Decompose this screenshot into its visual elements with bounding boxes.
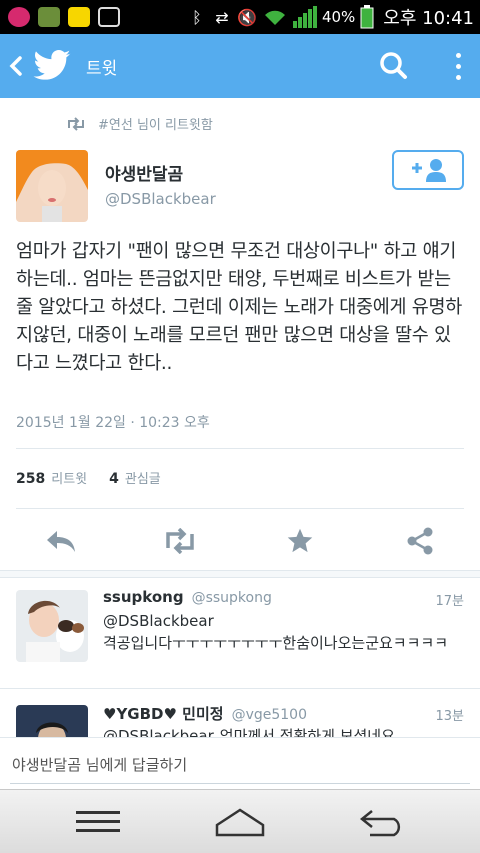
- reply-item[interactable]: ♥YGBD♥ 민미정 @vge5100 13분 @DSBlackbear 엄마께…: [0, 689, 480, 737]
- section-divider: [0, 570, 480, 578]
- add-user-icon: [412, 159, 446, 182]
- status-bar: ᛒ ⇄ 🔇 40% 오후 10:41: [0, 0, 480, 34]
- signal-icon: [292, 6, 317, 28]
- reply-mention[interactable]: @DSBlackbear: [103, 725, 214, 737]
- divider: [16, 508, 464, 509]
- follow-button[interactable]: [392, 150, 464, 190]
- clock: 오후 10:41: [383, 8, 474, 29]
- retweeted-by[interactable]: #연선 님이 리트윗함: [66, 114, 213, 133]
- reply-handle[interactable]: @ssupkong: [192, 590, 272, 606]
- favorite-button[interactable]: [282, 524, 318, 558]
- battery-icon: [360, 5, 374, 29]
- reply-icon: [47, 531, 75, 552]
- reply-text: 격공입니다ㅜㅜㅜㅜㅜㅜㅜㅜ한숨이나오는군요ㅋㅋㅋㅋ: [103, 634, 449, 652]
- reply-name[interactable]: ssupkong: [103, 588, 184, 606]
- tweet-timestamp: 2015년 1월 22일 · 10:23 오후: [16, 415, 210, 431]
- reply-text: 엄마께서 정확하게 보셨네요: [219, 727, 395, 737]
- screen: ᛒ ⇄ 🔇 40% 오후 10:41 트윗 #연선 님이 리트윗함 야생반달곰 …: [0, 0, 480, 853]
- tweet-actions: [0, 518, 480, 562]
- retweet-count-label[interactable]: 리트윗: [51, 468, 87, 487]
- back-arrow-icon[interactable]: [0, 34, 32, 98]
- carrier-app-icon: [8, 7, 30, 27]
- retweet-count[interactable]: 258: [16, 471, 45, 487]
- author-handle[interactable]: @DSBlackbear: [105, 190, 216, 208]
- reply-item[interactable]: ssupkong @ssupkong 17분 @DSBlackbear 격공입니…: [0, 578, 480, 688]
- reply-handle[interactable]: @vge5100: [232, 707, 307, 723]
- menu-button[interactable]: [68, 802, 128, 842]
- retweet-icon: [166, 528, 194, 554]
- reply-body: @DSBlackbear 엄마께서 정확하게 보셨네요: [103, 725, 463, 737]
- reply-compose-bar: [0, 737, 480, 789]
- reply-body: @DSBlackbear 격공입니다ㅜㅜㅜㅜㅜㅜㅜㅜ한숨이나오는군요ㅋㅋㅋㅋ: [103, 610, 463, 654]
- avatar[interactable]: [16, 150, 88, 222]
- back-button[interactable]: [352, 802, 412, 842]
- more-vert-icon[interactable]: [446, 46, 470, 86]
- search-icon[interactable]: [374, 46, 414, 86]
- divider: [16, 448, 464, 449]
- home-button[interactable]: [210, 802, 270, 842]
- reply-input[interactable]: [10, 746, 470, 784]
- reply-mention[interactable]: @DSBlackbear: [103, 610, 463, 632]
- tweet-stats: 258 리트윗 4 관심글: [16, 468, 161, 487]
- star-icon: [287, 528, 313, 553]
- talk-app-icon: [68, 7, 90, 27]
- reply-avatar[interactable]: [16, 705, 88, 737]
- home-icon: [215, 808, 265, 837]
- gallery-icon: [98, 7, 120, 27]
- favorite-count[interactable]: 4: [109, 471, 119, 487]
- reply-time: 17분: [435, 594, 464, 609]
- app-bar: 트윗: [0, 34, 480, 98]
- back-icon: [359, 810, 401, 837]
- reply-time: 13분: [435, 709, 464, 724]
- menu-icon: [76, 811, 120, 832]
- reply-avatar[interactable]: [16, 590, 88, 662]
- retweeted-by-label: #연선 님이 리트윗함: [98, 118, 213, 133]
- favorite-count-label[interactable]: 관심글: [125, 468, 161, 487]
- share-button[interactable]: [402, 524, 438, 558]
- tweet-text: 엄마가 갑자기 "팬이 많으면 무조건 대상이구나" 하고 얘기하는데.. 엄마…: [16, 241, 462, 374]
- author-name[interactable]: 야생반달곰: [105, 160, 183, 185]
- retweet-button[interactable]: [162, 524, 198, 558]
- page-title: 트윗: [86, 58, 118, 79]
- bluetooth-icon: ᛒ: [192, 7, 202, 27]
- share-icon: [407, 527, 433, 555]
- twitter-bird-icon[interactable]: [32, 46, 72, 86]
- reply-name[interactable]: ♥YGBD♥ 민미정: [103, 703, 224, 724]
- nfc-icon: ⇄: [215, 7, 229, 27]
- battery-percent: 40%: [321, 8, 356, 26]
- wifi-icon: [264, 10, 285, 25]
- retweet-small-icon: [68, 116, 84, 131]
- reply-button[interactable]: [43, 524, 79, 558]
- system-nav-bar: [0, 789, 480, 853]
- mute-icon: 🔇: [236, 7, 257, 27]
- data-app-icon: [38, 7, 60, 27]
